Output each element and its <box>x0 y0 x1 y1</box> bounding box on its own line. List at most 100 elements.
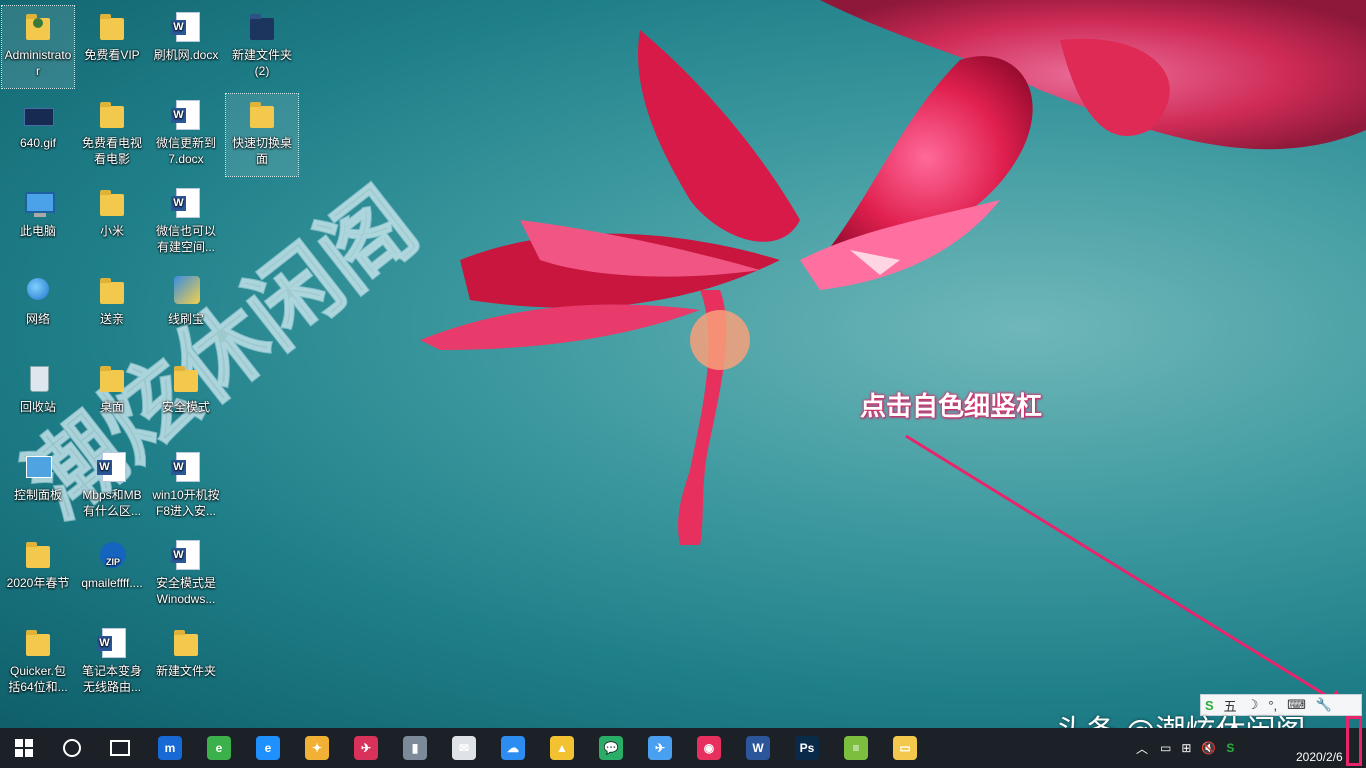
network-icon[interactable]: ⊞ <box>1181 741 1191 755</box>
desktop-icon[interactable]: 640.gif <box>2 94 74 176</box>
desktop-icon[interactable]: W 安全模式是Winodws... <box>150 534 222 616</box>
taskbar-app-mail[interactable]: ✉ <box>440 728 488 768</box>
desktop-icon[interactable]: 快速切换桌面 <box>225 93 299 177</box>
desktop-icon-label: 新建文件夹 <box>155 664 216 678</box>
desktop-icon[interactable]: 送亲 <box>76 270 148 352</box>
taskbar-app-ie360[interactable]: e <box>195 728 243 768</box>
desktop-icon-label: 快速切换桌面 <box>231 136 292 166</box>
app-yellow-icon: ✦ <box>305 736 329 760</box>
taskbar-app-word[interactable]: W <box>734 728 782 768</box>
taskbar-app-feiyu[interactable]: ✈ <box>636 728 684 768</box>
word-document-icon: W <box>96 626 128 660</box>
desktop-icon[interactable]: 免费看VIP <box>76 6 148 88</box>
desktop-icon[interactable]: 安全模式 <box>150 358 222 440</box>
edge-icon: e <box>256 736 280 760</box>
app-red-icon: ✈ <box>354 736 378 760</box>
word-document-icon: W <box>96 450 128 484</box>
battery-icon[interactable]: ▭ <box>1160 741 1171 755</box>
system-tray: ︿ ▭ ⊞ 🔇 S <box>1136 728 1234 768</box>
taskbar-app-wechat[interactable]: 💬 <box>587 728 635 768</box>
mail-icon: ✉ <box>452 736 476 760</box>
desktop-icon[interactable]: 新建文件夹 <box>150 622 222 704</box>
desktop-icon-label: 640.gif <box>19 136 57 150</box>
taskbar-app-baidu-netdisk[interactable]: ☁ <box>489 728 537 768</box>
task-view-button[interactable] <box>96 728 144 768</box>
app-green-icon: ≡ <box>844 736 868 760</box>
app-stripes-icon: ▲ <box>550 736 574 760</box>
folder-icon <box>22 538 54 572</box>
word-document-icon: W <box>170 98 202 132</box>
photoshop-icon: Ps <box>795 736 819 760</box>
desktop-icon-label: 免费看VIP <box>84 48 140 62</box>
folder-icon <box>96 10 128 44</box>
desktop-icon[interactable]: 2020年春节 <box>2 534 74 616</box>
word-icon: W <box>746 736 770 760</box>
desktop-icon[interactable]: Quicker.包括64位和... <box>2 622 74 704</box>
desktop-icon[interactable]: W 笔记本变身无线路由... <box>76 622 148 704</box>
desktop-icon-label: 桌面 <box>99 400 124 414</box>
desktop-icon-label: 免费看电视看电影 <box>81 136 142 166</box>
app-grey-icon: ▮ <box>403 736 427 760</box>
taskbar-app-maxthon[interactable]: m <box>146 728 194 768</box>
desktop-icon[interactable]: 小米 <box>76 182 148 264</box>
desktop-icon[interactable]: W 微信更新到7.docx <box>150 94 222 176</box>
desktop-icon[interactable]: 免费看电视看电影 <box>76 94 148 176</box>
taskbar-app-app-red[interactable]: ✈ <box>342 728 390 768</box>
folder-icon <box>246 10 278 44</box>
taskbar-app-app-pink[interactable]: ◉ <box>685 728 733 768</box>
taskbar-app-app-grey[interactable]: ▮ <box>391 728 439 768</box>
search-button[interactable] <box>48 728 96 768</box>
ie360-icon: e <box>207 736 231 760</box>
show-desktop-button[interactable] <box>1346 716 1362 766</box>
desktop-icon-label: 控制面板 <box>13 488 62 502</box>
recycle-bin-icon <box>22 362 54 396</box>
folder-icon <box>96 186 128 220</box>
folder-icon <box>96 274 128 308</box>
word-document-icon: W <box>170 10 202 44</box>
show-hidden-icons-icon[interactable]: ︿ <box>1136 740 1148 757</box>
desktop-icon[interactable]: 线刷宝 <box>150 270 222 352</box>
taskbar-app-edge[interactable]: e <box>244 728 292 768</box>
desktop-icon-label: Administrator <box>4 48 72 78</box>
clock-date[interactable]: 2020/2/6 <box>1296 750 1343 764</box>
desktop-icon[interactable]: Administrator <box>1 5 75 89</box>
desktop-icon[interactable]: Wwin10开机按F8进入安... <box>150 446 222 528</box>
desktop-icon[interactable]: W Mbps和MB有什么区... <box>76 446 148 528</box>
desktop-icon-label: 此电脑 <box>19 224 56 238</box>
sogou-tray-icon[interactable]: S <box>1226 741 1234 755</box>
desktop-icon[interactable]: W 刷机网.docx <box>150 6 222 88</box>
desktop-icon[interactable]: ZIP qmaileffff.... <box>76 534 148 616</box>
maxthon-icon: m <box>158 736 182 760</box>
start-button[interactable] <box>0 728 48 768</box>
task-view-icon <box>110 740 130 756</box>
desktop-icon-label: 微信更新到7.docx <box>155 136 216 166</box>
wechat-icon: 💬 <box>599 736 623 760</box>
user-folder-icon <box>22 10 54 44</box>
desktop[interactable]: 潮炫休闲阁 Administrator 免费看VIP W 刷机网.docx 新建文件夹 … <box>0 0 1366 728</box>
desktop-icon[interactable]: 新建文件夹 (2) <box>226 6 298 88</box>
desktop-icon-label: qmaileffff.... <box>81 576 143 590</box>
desktop-icon[interactable]: 此电脑 <box>2 182 74 264</box>
explorer-icon: ▭ <box>893 736 917 760</box>
taskbar-app-explorer[interactable]: ▭ <box>881 728 929 768</box>
tools-icon[interactable]: 🔧 <box>1316 697 1332 713</box>
desktop-icon-label: win10开机按F8进入安... <box>152 488 220 518</box>
taskbar-app-app-yellow[interactable]: ✦ <box>293 728 341 768</box>
feiyu-icon: ✈ <box>648 736 672 760</box>
taskbar: m e e ✦ ✈ ▮ ✉ ☁ ▲ 💬 ✈ ◉ W Ps ≡ ▭ ︿ ▭ ⊞ 🔇 S <box>0 728 1366 768</box>
volume-muted-icon[interactable]: 🔇 <box>1201 741 1216 755</box>
app-pink-icon: ◉ <box>697 736 721 760</box>
desktop-icon[interactable]: 桌面 <box>76 358 148 440</box>
taskbar-app-photoshop[interactable]: Ps <box>783 728 831 768</box>
desktop-icon[interactable]: 回收站 <box>2 358 74 440</box>
desktop-icon[interactable]: W 微信也可以有建空间... <box>150 182 222 264</box>
network-icon <box>22 274 54 308</box>
desktop-icon[interactable]: 网络 <box>2 270 74 352</box>
desktop-icon[interactable]: 控制面板 <box>2 446 74 528</box>
desktop-icon-label: Quicker.包括64位和... <box>8 664 68 694</box>
desktop-icon-label: 微信也可以有建空间... <box>155 224 216 254</box>
brand-overlay: 头条 @潮炫休闲阁 <box>1056 706 1306 728</box>
taskbar-app-app-green[interactable]: ≡ <box>832 728 880 768</box>
computer-icon <box>22 186 55 220</box>
taskbar-app-app-stripes[interactable]: ▲ <box>538 728 586 768</box>
